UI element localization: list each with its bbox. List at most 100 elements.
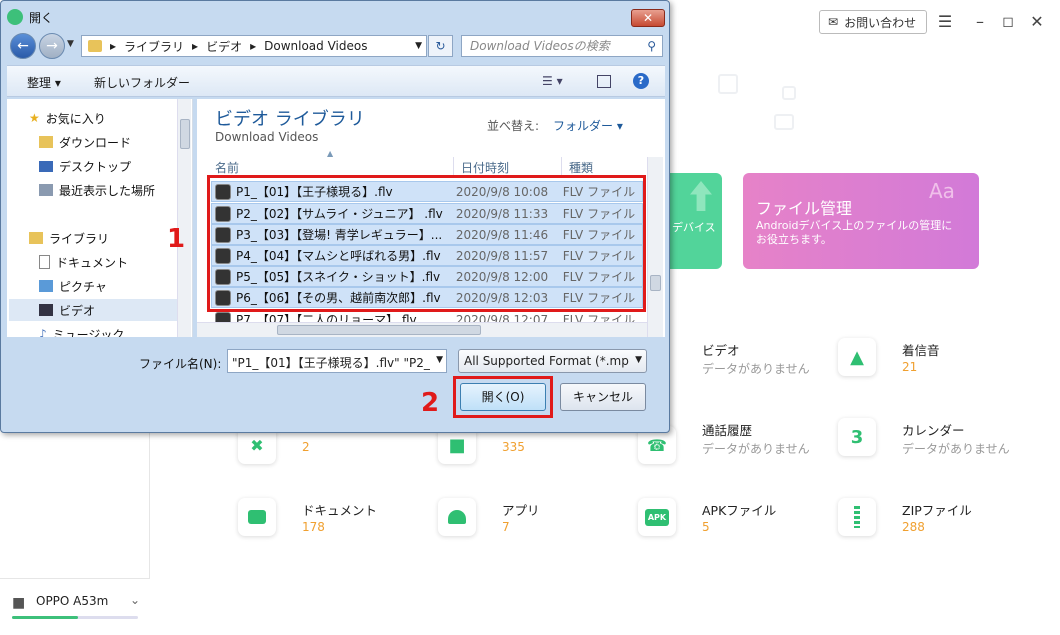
android-icon xyxy=(438,498,476,536)
dialog-close-button[interactable]: ✕ xyxy=(631,9,665,27)
font-icon: Aa xyxy=(929,179,955,203)
library-subtitle: Download Videos xyxy=(215,130,319,144)
calendar-icon: 3 xyxy=(838,418,876,456)
tile-title: カレンダー xyxy=(902,423,965,438)
maximize-icon[interactable]: ◻ xyxy=(998,12,1018,32)
music-icon: ♪ xyxy=(39,327,47,337)
android-icon: ■ xyxy=(12,595,26,611)
mail-icon: ✉ xyxy=(828,15,839,29)
breadcrumb-item[interactable]: Download Videos xyxy=(264,39,367,53)
nav-favorites[interactable]: ★ お気に入り xyxy=(29,107,192,129)
open-file-dialog: 開く ✕ ← → ▼ ▸ ライブラリ ▸ ビデオ ▸ Download Vide… xyxy=(0,0,670,433)
sort-dropdown[interactable]: フォルダー ▾ xyxy=(553,117,623,134)
sort-label: 並べ替え: xyxy=(487,119,540,133)
back-button[interactable]: ← xyxy=(10,33,36,59)
dialog-titlebar: 開く xyxy=(7,5,53,29)
tile-documents[interactable]: ドキュメント 178 xyxy=(238,498,418,548)
nav-scrollbar[interactable] xyxy=(177,99,191,337)
new-folder-button[interactable]: 新しいフォルダー xyxy=(94,74,190,91)
tile-count: 178 xyxy=(302,520,325,534)
nav-documents[interactable]: ドキュメント xyxy=(39,251,192,273)
sort-arrow-icon: ▲ xyxy=(327,149,334,158)
nav-pictures[interactable]: ピクチャ xyxy=(39,275,192,297)
documents-icon xyxy=(39,255,50,269)
search-input[interactable]: Download Videosの検索 ⚲ xyxy=(461,35,663,57)
file-list-pane: ビデオ ライブラリ Download Videos 並べ替え: フォルダー ▾ … xyxy=(197,99,665,337)
history-dropdown-icon[interactable]: ▼ xyxy=(67,39,74,49)
breadcrumb-item[interactable]: ビデオ xyxy=(206,38,242,55)
refresh-button[interactable]: ↻ xyxy=(428,35,453,57)
step-1-label: 1 xyxy=(167,224,186,254)
nav-desktop[interactable]: デスクトップ xyxy=(39,155,192,177)
help-icon[interactable]: ? xyxy=(633,73,649,89)
address-dropdown-icon[interactable]: ▼ xyxy=(415,41,422,51)
tile-zip[interactable]: ZIPファイル 288 xyxy=(838,498,1018,548)
preview-pane-icon[interactable] xyxy=(597,75,611,88)
tile-title: APKファイル xyxy=(702,503,777,518)
cancel-button[interactable]: キャンセル xyxy=(560,383,646,411)
horizontal-scrollbar[interactable] xyxy=(197,322,647,337)
apk-icon: APK xyxy=(638,498,676,536)
step-2-label: 2 xyxy=(421,388,440,418)
nav-downloads[interactable]: ダウンロード xyxy=(39,131,192,153)
partial-tile-label: デバイス xyxy=(672,221,716,234)
forward-button[interactable]: → xyxy=(39,33,65,59)
close-icon[interactable]: ✕ xyxy=(1027,12,1047,32)
app-logo-icon xyxy=(7,9,23,25)
device-selector[interactable]: ■ OPPO A53m ⌄ xyxy=(0,578,150,635)
tile-count: 7 xyxy=(502,520,510,534)
star-icon: ★ xyxy=(29,111,40,125)
device-name: OPPO A53m xyxy=(36,594,109,608)
storage-bar xyxy=(12,616,138,619)
vertical-scrollbar[interactable] xyxy=(647,157,663,337)
filename-dropdown-icon[interactable]: ▼ xyxy=(436,355,443,365)
menu-icon[interactable]: ☰ xyxy=(935,12,955,32)
address-bar[interactable]: ▸ ライブラリ ▸ ビデオ ▸ Download Videos ▼ xyxy=(81,35,427,57)
nav-recent[interactable]: 最近表示した場所 xyxy=(39,179,192,201)
tile-messages[interactable]: ■ 335 xyxy=(438,426,618,476)
tile-title: 通話履歴 xyxy=(702,423,753,438)
library-title: ビデオ ライブラリ xyxy=(215,109,365,130)
folder-icon xyxy=(88,40,102,52)
bell-icon: ▲ xyxy=(838,338,876,376)
nav-videos[interactable]: ビデオ xyxy=(9,299,177,321)
tile-calendar[interactable]: 3 カレンダー データがありません xyxy=(838,418,1018,468)
library-icon xyxy=(29,232,43,244)
column-type[interactable]: 種類 xyxy=(569,159,593,176)
document-icon xyxy=(238,498,276,536)
breadcrumb-item[interactable]: ライブラリ xyxy=(124,38,184,55)
tile-count: 5 xyxy=(702,520,710,534)
tile-count: 335 xyxy=(502,440,525,454)
file-type-dropdown-icon: ▼ xyxy=(635,355,642,365)
file-manager-card[interactable]: ファイル管理 Androidデバイス上のファイルの管理にお役立ちます。 Aa xyxy=(743,173,979,269)
filename-label: ファイル名(N): xyxy=(139,357,222,371)
tile-title: アプリ xyxy=(502,503,540,518)
download-folder-icon xyxy=(39,136,53,148)
tile-sub: データがありません xyxy=(702,362,810,376)
tile-title: 着信音 xyxy=(902,343,940,358)
nav-music[interactable]: ♪ ミュージック xyxy=(39,323,192,337)
tile-apk[interactable]: APK APKファイル 5 xyxy=(638,498,818,548)
tile-count: 21 xyxy=(902,360,918,374)
tile-ringtone[interactable]: ▲ 着信音 21 xyxy=(838,338,1018,388)
filename-input[interactable]: "P1_【01】【王子様現る】.flv" "P2_ ▼ xyxy=(227,349,447,373)
organize-button[interactable]: 整理 ▾ xyxy=(27,74,61,91)
contact-button[interactable]: ✉ お問い合わせ xyxy=(819,10,927,34)
tile-title: ドキュメント xyxy=(302,503,378,518)
file-type-select[interactable]: All Supported Format (*.mp ▼ xyxy=(458,349,647,373)
tile-title: ZIPファイル xyxy=(902,503,972,518)
selection-highlight xyxy=(207,175,646,312)
minimize-icon[interactable]: – xyxy=(970,12,990,32)
upload-arrow-icon xyxy=(690,181,712,211)
tile-contacts[interactable]: ✖ 2 xyxy=(238,426,418,476)
navigation-pane: ★ お気に入り ダウンロード デスクトップ 最近表示した場所 ライブラリ ドキュメ… xyxy=(7,99,193,337)
column-date[interactable]: 日付時刻 xyxy=(461,159,509,176)
contact-label: お問い合わせ xyxy=(844,15,917,30)
chevron-down-icon[interactable]: ⌄ xyxy=(130,593,140,607)
zip-icon xyxy=(838,498,876,536)
tile-title: ビデオ xyxy=(702,343,740,358)
view-options-icon[interactable]: ☰ ▾ xyxy=(542,74,563,88)
tile-apps[interactable]: アプリ 7 xyxy=(438,498,618,548)
column-name[interactable]: 名前 xyxy=(215,159,239,176)
search-icon: ⚲ xyxy=(647,39,656,53)
